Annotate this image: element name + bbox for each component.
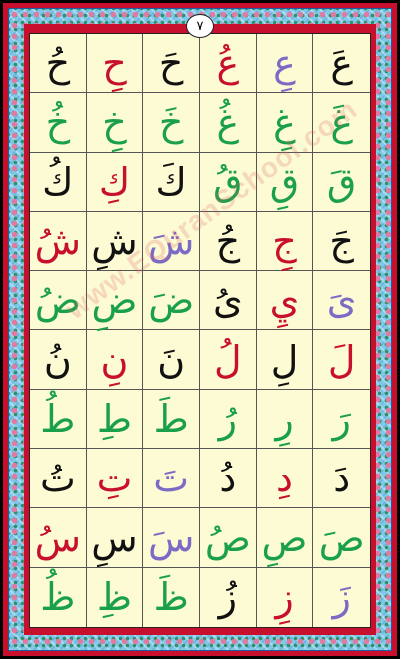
letter-cell: ضَ [143, 271, 200, 331]
letter-cell: عَ [313, 34, 370, 94]
letter-cell: لِ [256, 330, 314, 390]
letter-grid: حُ حِ حَ عُ عِ عَ خُ خِ خَ غُ غِ غَ كُ كِ كَ قُ قِ قَ شُ شِ… [30, 34, 370, 627]
letter-grid-panel: حُ حِ حَ عُ عِ عَ خُ خِ خَ غُ غِ غَ كُ كِ كَ قُ قِ قَ شُ شِ… [29, 33, 371, 628]
letter-cell: ىُ [200, 271, 257, 331]
letter-cell: طِ [86, 389, 144, 450]
letter-cell: زَ [332, 575, 351, 620]
letter-cell: نَ [143, 330, 200, 390]
letter-cell: ضِ [86, 271, 144, 331]
letter-cell: صِ [256, 508, 314, 568]
letter-cell: ظَ [143, 567, 200, 627]
letter-cell: خِ [86, 93, 144, 153]
letter-cell: سَ [143, 508, 200, 568]
letter-cell: حِ [86, 34, 144, 94]
letter-cell: ضُ [30, 271, 87, 331]
letter-cell: جُ [200, 211, 257, 272]
letter-cell: دُ [200, 449, 257, 509]
letter-cell: غُ [200, 93, 257, 153]
letter-cell: زُ [200, 567, 257, 627]
letter-cell: ىَ [313, 271, 370, 331]
letter-cell: عِ [256, 34, 314, 94]
letter-cell: ظِ [87, 567, 144, 627]
letter-cell: يِ [256, 271, 314, 331]
letter-cell: صَ [313, 508, 370, 568]
letter-cell: لَ [313, 330, 370, 390]
letter-cell: لُ [200, 330, 257, 390]
letter-cell: قِ [256, 152, 314, 212]
letter-cell: رُ [200, 389, 257, 450]
letter-cell: رِ [256, 389, 314, 450]
letter-cell: خَ [143, 93, 200, 153]
letter-cell: شَ [143, 211, 200, 272]
letter-cell: تُ [30, 449, 87, 509]
letter-cell: شُ [30, 211, 87, 272]
letter-cell: صُ [200, 508, 257, 568]
letter-cell: ظُ [30, 567, 87, 627]
letter-cell: غَ [313, 93, 370, 153]
qaida-page: ٧ حُ حِ حَ عُ عِ عَ خُ خِ خَ غُ غِ غَ كُ كِ كَ قُ قِ قَ شُ… [0, 0, 400, 659]
letter-cell: زِ [257, 567, 314, 627]
letter-cell: كُ [30, 152, 87, 212]
letter-cell: حَ [143, 34, 200, 94]
page-number-badge: ٧ [186, 14, 214, 38]
letter-cell: غِ [256, 93, 314, 153]
letter-cell: عُ [200, 34, 257, 94]
letter-cell: رَ [313, 390, 370, 450]
letter-cell: سِ [86, 508, 144, 568]
letter-cell: قَ [313, 153, 370, 212]
letter-cell: تِ [86, 449, 144, 509]
letter-cell: كِ [86, 152, 144, 212]
letter-cell: سُ [30, 508, 87, 568]
letter-cell: جَ [313, 212, 370, 272]
letter-cell: حُ [30, 34, 87, 94]
letter-cell: خُ [30, 93, 87, 153]
letter-cell: دِ [256, 449, 314, 509]
letter-cell: قُ [200, 152, 257, 212]
letter-cell: طُ [30, 389, 87, 450]
letter-cell: نُ [30, 330, 87, 390]
letter-cell: نِ [86, 330, 144, 390]
letter-cell: شِ [86, 211, 144, 272]
letter-cell: دَ [313, 449, 370, 509]
letter-cell: طَ [143, 389, 200, 450]
letter-cell: تَ [143, 449, 200, 509]
letter-cell: كَ [143, 152, 200, 212]
letter-cell: جِ [256, 211, 314, 272]
